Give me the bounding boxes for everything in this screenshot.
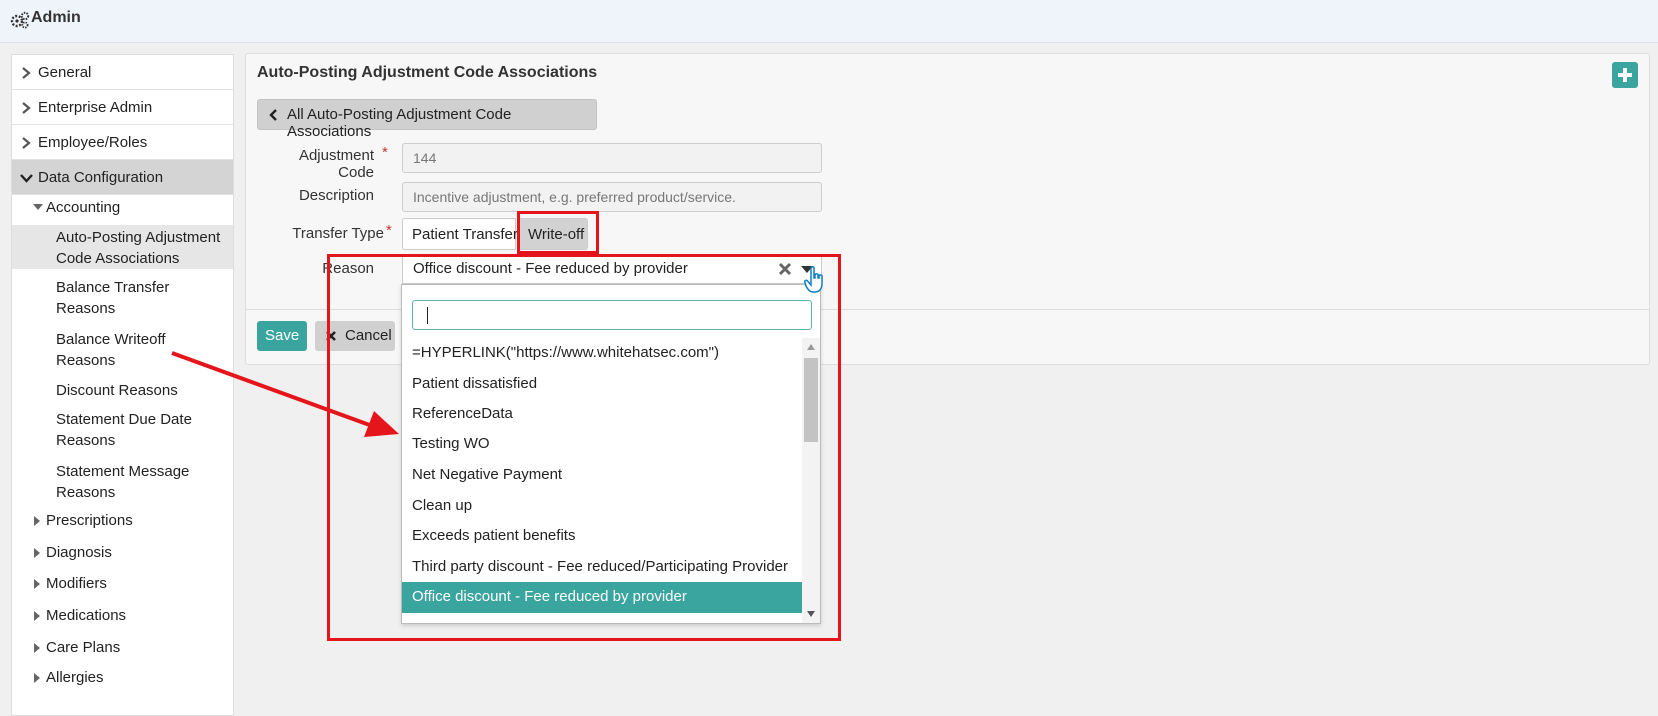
- sidebar-item-statement-message[interactable]: Statement Message Reasons: [12, 459, 233, 503]
- sidebar-item-statement-due-date[interactable]: Statement Due Date Reasons: [12, 407, 233, 451]
- sidebar-item-label: Balance Writeoff Reasons: [56, 331, 166, 369]
- sidebar-item-balance-writeoff[interactable]: Balance Writeoff Reasons: [12, 327, 233, 371]
- sidebar-group-label: Diagnosis: [46, 544, 112, 561]
- sidebar-group-modifiers[interactable]: Modifiers: [12, 573, 233, 599]
- page-title: Auto-Posting Adjustment Code Association…: [257, 64, 598, 81]
- chevron-right-icon: [22, 102, 31, 114]
- sidebar-item-label: Employee/Roles: [38, 134, 148, 151]
- sidebar-group-allergies[interactable]: Allergies: [12, 667, 233, 693]
- chevron-right-icon: [22, 67, 31, 79]
- sidebar-item-label: Auto-Posting Adjustment Code Association…: [56, 229, 221, 267]
- sidebar-group-care-plans[interactable]: Care Plans: [12, 637, 233, 663]
- sidebar-group-label: Allergies: [46, 669, 104, 686]
- caret-right-icon: [34, 611, 40, 621]
- sidebar-item-label: Balance Transfer Reasons: [56, 279, 170, 317]
- sidebar-group-label: Modifiers: [46, 575, 107, 592]
- sidebar-item-discount-reasons[interactable]: Discount Reasons: [12, 379, 233, 403]
- required-marker: *: [382, 144, 388, 161]
- sidebar-group-accounting[interactable]: Accounting: [12, 197, 233, 223]
- sidebar-group-diagnosis[interactable]: Diagnosis: [12, 542, 233, 568]
- sidebar-group-medications[interactable]: Medications: [12, 605, 233, 631]
- top-bar: Admin: [0, 0, 1658, 43]
- caret-down-icon: [33, 204, 43, 210]
- plus-icon-vertical: [1623, 68, 1627, 82]
- caret-right-icon: [34, 643, 40, 653]
- gears-icon: [10, 11, 30, 29]
- chevron-left-icon: [269, 109, 277, 121]
- app-title: Admin: [31, 9, 81, 26]
- back-to-list-button[interactable]: All Auto-Posting Adjustment Code Associa…: [257, 99, 597, 140]
- adjustment-code-value: 144: [413, 150, 437, 166]
- chevron-right-icon: [22, 137, 31, 149]
- sidebar-item-general[interactable]: General: [12, 55, 233, 90]
- sidebar-item-label: Data Configuration: [38, 169, 164, 186]
- back-button-label: All Auto-Posting Adjustment Code Associa…: [287, 106, 512, 140]
- sidebar: General Enterprise Admin Employee/Roles …: [11, 54, 234, 716]
- sidebar-item-enterprise-admin[interactable]: Enterprise Admin: [12, 90, 233, 125]
- segment-label: Patient Transfer: [412, 226, 518, 243]
- hand-cursor-icon: [804, 266, 823, 293]
- sidebar-item-label: Statement Message Reasons: [56, 463, 190, 501]
- caret-right-icon: [34, 516, 40, 526]
- caret-right-icon: [34, 673, 40, 683]
- chevron-down-icon: [20, 174, 33, 183]
- description-value: Incentive adjustment, e.g. preferred pro…: [413, 189, 736, 205]
- description-field[interactable]: Incentive adjustment, e.g. preferred pro…: [402, 182, 822, 212]
- caret-right-icon: [34, 548, 40, 558]
- sidebar-item-employee-roles[interactable]: Employee/Roles: [12, 125, 233, 160]
- sidebar-item-auto-posting[interactable]: Auto-Posting Adjustment Code Association…: [12, 225, 233, 269]
- sidebar-group-label: Prescriptions: [46, 512, 133, 529]
- sidebar-item-data-configuration[interactable]: Data Configuration: [12, 160, 233, 195]
- annotation-box-reason: [327, 254, 841, 641]
- save-button[interactable]: Save: [257, 321, 307, 351]
- transfer-type-patient-transfer[interactable]: Patient Transfer: [402, 218, 518, 250]
- add-button[interactable]: [1612, 62, 1638, 88]
- sidebar-group-label: Medications: [46, 607, 127, 624]
- sidebar-item-label: Enterprise Admin: [38, 99, 153, 116]
- sidebar-item-label: Discount Reasons: [56, 382, 178, 399]
- sidebar-group-label: Care Plans: [46, 639, 121, 656]
- sidebar-group-label: Accounting: [46, 199, 121, 216]
- adjustment-code-field[interactable]: 144: [402, 143, 822, 173]
- sidebar-group-prescriptions[interactable]: Prescriptions: [12, 510, 233, 536]
- sidebar-item-label: Statement Due Date Reasons: [56, 411, 192, 449]
- transfer-type-label: Transfer Type: [292, 225, 384, 242]
- adjustment-code-label: Adjustment Code: [298, 147, 374, 181]
- required-marker: *: [386, 222, 392, 239]
- description-label: Description: [298, 187, 374, 204]
- annotation-box-write-off: [517, 211, 599, 254]
- sidebar-item-label: General: [38, 64, 92, 81]
- caret-right-icon: [34, 579, 40, 589]
- sidebar-item-balance-transfer[interactable]: Balance Transfer Reasons: [12, 275, 233, 319]
- save-button-label: Save: [265, 327, 300, 344]
